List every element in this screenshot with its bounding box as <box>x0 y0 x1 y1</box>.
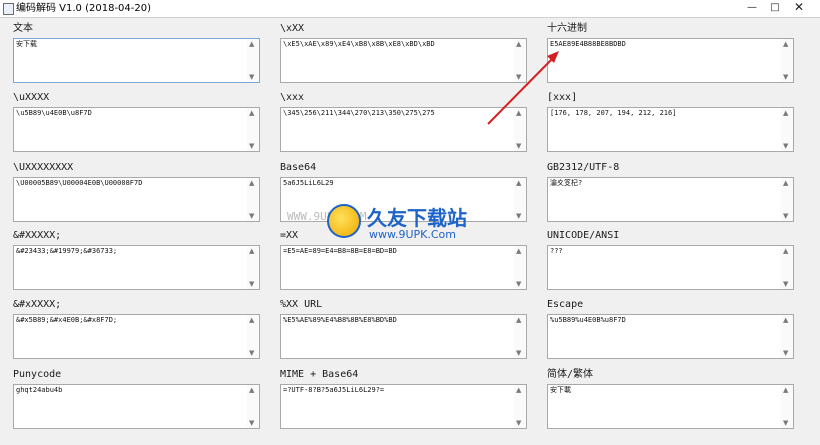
annotation-arrow-icon <box>487 51 559 125</box>
